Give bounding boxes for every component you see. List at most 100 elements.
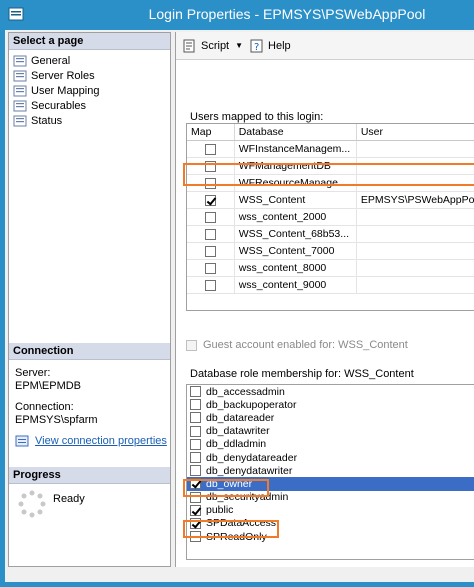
map-cell bbox=[187, 175, 235, 191]
database-cell: WFManagementDB bbox=[235, 158, 357, 174]
right-pane: Script ▼ ? Help Users mapped to this log… bbox=[175, 32, 474, 567]
role-checkbox[interactable] bbox=[190, 504, 201, 516]
role-item[interactable]: db_owner bbox=[187, 477, 474, 491]
role-item[interactable]: db_datareader bbox=[187, 411, 474, 424]
role-label: db_denydatareader bbox=[206, 451, 298, 464]
progress-status: Ready bbox=[53, 493, 85, 505]
role-label: db_accessadmin bbox=[206, 385, 285, 398]
database-cell: WSS_Content bbox=[235, 192, 357, 208]
table-row[interactable]: WFInstanceManagem... bbox=[187, 141, 474, 158]
database-cell: WFResourceManage... bbox=[235, 175, 357, 191]
column-database[interactable]: Database bbox=[235, 124, 357, 140]
table-row[interactable]: wss_content_2000 bbox=[187, 209, 474, 226]
sidebar-item-status[interactable]: Status bbox=[13, 113, 62, 128]
role-item[interactable]: db_datawriter bbox=[187, 425, 474, 438]
role-item[interactable]: db_denydatawriter bbox=[187, 464, 474, 477]
map-checkbox[interactable] bbox=[204, 143, 216, 155]
role-item[interactable]: db_securityadmin bbox=[187, 491, 474, 504]
role-label: db_owner bbox=[206, 477, 253, 490]
map-checkbox[interactable] bbox=[204, 228, 216, 240]
column-user[interactable]: User bbox=[357, 124, 474, 140]
user-cell[interactable] bbox=[357, 158, 474, 174]
map-checkbox[interactable] bbox=[204, 211, 216, 223]
dialog-body: Select a page General Server Roles User Ma… bbox=[5, 30, 474, 582]
page-icon bbox=[13, 55, 27, 66]
role-label: db_securityadmin bbox=[206, 491, 289, 504]
table-row[interactable]: WSS_Content_7000 bbox=[187, 243, 474, 260]
sidebar-item-server-roles[interactable]: Server Roles bbox=[13, 68, 95, 83]
map-checkbox[interactable] bbox=[204, 262, 216, 274]
role-item[interactable]: SPReadOnly bbox=[187, 530, 474, 543]
help-icon: ? bbox=[250, 39, 263, 53]
role-item[interactable]: db_accessadmin bbox=[187, 385, 474, 398]
connection-label: Connection: bbox=[15, 401, 74, 413]
role-item[interactable]: db_backupoperator bbox=[187, 398, 474, 411]
role-checkbox[interactable] bbox=[190, 452, 201, 464]
bottom-bar bbox=[5, 567, 474, 582]
map-checkbox[interactable] bbox=[204, 279, 216, 291]
role-checkbox[interactable] bbox=[190, 399, 201, 411]
database-cell: wss_content_8000 bbox=[235, 260, 357, 276]
guest-account-option: Guest account enabled for: WSS_Content bbox=[186, 339, 408, 351]
table-row[interactable]: WFResourceManage... bbox=[187, 175, 474, 192]
role-checkbox[interactable] bbox=[190, 517, 201, 529]
role-checkbox[interactable] bbox=[190, 425, 201, 437]
title-bar: Login Properties - EPMSYS\PSWebAppPool bbox=[0, 0, 474, 30]
user-cell[interactable] bbox=[357, 209, 474, 225]
sidebar-item-label: General bbox=[31, 54, 71, 67]
user-cell[interactable] bbox=[357, 277, 474, 293]
role-item[interactable]: db_ddladmin bbox=[187, 438, 474, 451]
select-page-header: Select a page bbox=[9, 33, 170, 50]
user-cell[interactable]: EPMSYS\PSWebAppPool bbox=[357, 192, 474, 208]
sidebar-item-label: Securables bbox=[31, 99, 87, 112]
server-label: Server: bbox=[15, 367, 51, 379]
database-cell: wss_content_2000 bbox=[235, 209, 357, 225]
sidebar-item-securables[interactable]: Securables bbox=[13, 98, 86, 113]
user-cell[interactable] bbox=[357, 226, 474, 242]
table-row[interactable]: WSS_Content_68b53... bbox=[187, 226, 474, 243]
table-row[interactable]: WFManagementDB bbox=[187, 158, 474, 175]
user-cell[interactable] bbox=[357, 141, 474, 157]
table-row[interactable]: WSS_Content EPMSYS\PSWebAppPool bbox=[187, 192, 474, 209]
table-row[interactable]: wss_content_8000 bbox=[187, 260, 474, 277]
map-checkbox[interactable] bbox=[204, 194, 216, 206]
user-cell[interactable] bbox=[357, 175, 474, 191]
map-cell bbox=[187, 277, 235, 293]
role-label: SPDataAccess bbox=[206, 517, 277, 530]
view-connection-link[interactable]: View connection properties bbox=[15, 435, 167, 447]
role-item[interactable]: public bbox=[187, 504, 474, 517]
role-checkbox[interactable] bbox=[190, 465, 201, 477]
map-checkbox[interactable] bbox=[204, 245, 216, 257]
user-cell[interactable] bbox=[357, 243, 474, 259]
map-checkbox[interactable] bbox=[204, 177, 216, 189]
role-label: db_datareader bbox=[206, 411, 275, 424]
sidebar-item-general[interactable]: General bbox=[13, 53, 70, 68]
role-checkbox[interactable] bbox=[190, 386, 201, 398]
window-frame: Select a page General Server Roles User Ma… bbox=[0, 30, 474, 587]
script-icon bbox=[183, 39, 195, 52]
script-label: Script bbox=[201, 39, 230, 52]
sidebar-item-user-mapping[interactable]: User Mapping bbox=[13, 83, 99, 98]
map-cell bbox=[187, 192, 235, 208]
role-checkbox[interactable] bbox=[190, 478, 201, 490]
role-label: db_denydatawriter bbox=[206, 464, 293, 477]
role-checkbox[interactable] bbox=[190, 491, 201, 503]
view-connection-label[interactable]: View connection properties bbox=[35, 435, 167, 447]
chevron-down-icon[interactable]: ▼ bbox=[235, 41, 243, 50]
role-checkbox[interactable] bbox=[190, 438, 201, 450]
column-map[interactable]: Map bbox=[187, 124, 235, 140]
role-item[interactable]: db_denydatareader bbox=[187, 451, 474, 464]
connection-header: Connection bbox=[9, 343, 170, 360]
role-checkbox[interactable] bbox=[190, 531, 201, 543]
table-row[interactable]: wss_content_9000 bbox=[187, 277, 474, 294]
map-cell bbox=[187, 260, 235, 276]
map-checkbox[interactable] bbox=[204, 160, 216, 172]
script-button[interactable]: Script ▼ bbox=[182, 39, 243, 53]
help-button[interactable]: ? Help bbox=[249, 39, 291, 53]
role-item[interactable]: SPDataAccess bbox=[187, 517, 474, 530]
user-cell[interactable] bbox=[357, 260, 474, 276]
connection-value: EPMSYS\spfarm bbox=[15, 414, 98, 426]
properties-icon bbox=[15, 435, 29, 447]
role-checkbox[interactable] bbox=[190, 412, 201, 424]
map-cell bbox=[187, 158, 235, 174]
